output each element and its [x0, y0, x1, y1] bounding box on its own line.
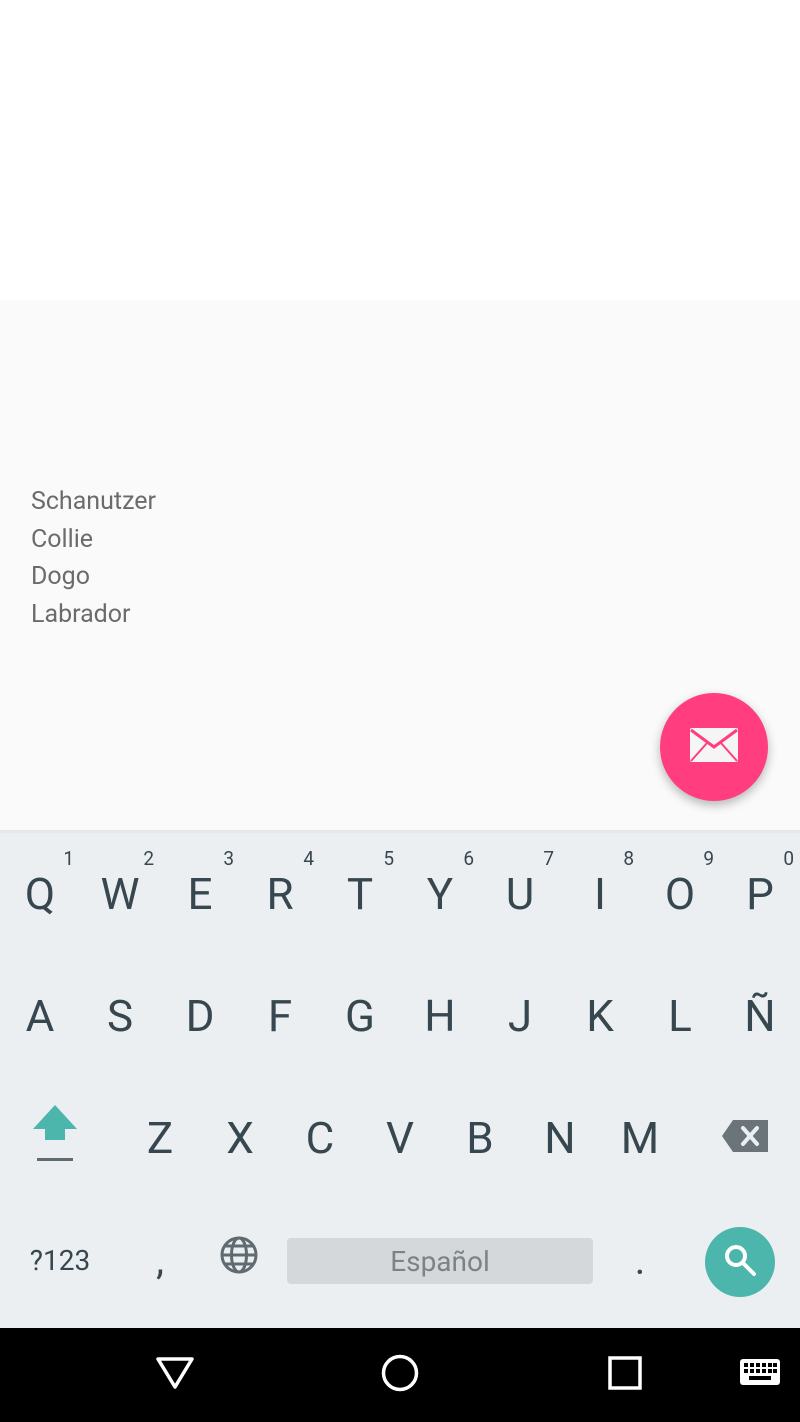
list-item[interactable]: Collie — [31, 521, 156, 559]
key-r[interactable]: R4 — [240, 833, 320, 955]
key-q[interactable]: Q1 — [0, 833, 80, 955]
back-icon — [155, 1356, 195, 1394]
list-item[interactable]: Labrador — [31, 596, 156, 634]
home-button[interactable] — [360, 1328, 440, 1422]
symbols-key[interactable]: ?123 — [0, 1199, 120, 1321]
comma-key[interactable]: , — [120, 1199, 200, 1321]
keyboard-row-3: Z X C V B N M — [0, 1077, 800, 1199]
list-item[interactable]: Dogo — [31, 558, 156, 596]
search-icon — [723, 1243, 757, 1281]
key-p[interactable]: P0 — [720, 833, 800, 955]
key-t[interactable]: T5 — [320, 833, 400, 955]
home-icon — [380, 1353, 420, 1397]
key-n-tilde[interactable]: Ñ — [720, 955, 800, 1077]
top-blank-area — [0, 0, 800, 300]
key-e[interactable]: E3 — [160, 833, 240, 955]
key-y[interactable]: Y6 — [400, 833, 480, 955]
back-button[interactable] — [135, 1328, 215, 1422]
recents-button[interactable] — [585, 1328, 665, 1422]
period-key[interactable]: . — [600, 1199, 680, 1321]
globe-icon — [219, 1234, 259, 1286]
key-m[interactable]: M — [600, 1077, 680, 1199]
key-x[interactable]: X — [200, 1077, 280, 1199]
list-item[interactable]: Schanutzer — [31, 483, 156, 521]
system-nav-bar — [0, 1328, 800, 1422]
key-a[interactable]: A — [0, 955, 80, 1077]
key-k[interactable]: K — [560, 955, 640, 1077]
delete-key[interactable] — [690, 1077, 800, 1199]
key-g[interactable]: G — [320, 955, 400, 1077]
keyboard-row-1: Q1 W2 E3 R4 T5 Y6 U7 I8 O9 P0 — [0, 833, 800, 955]
key-i[interactable]: I8 — [560, 833, 640, 955]
key-n[interactable]: N — [520, 1077, 600, 1199]
spacebar[interactable]: Español — [287, 1238, 593, 1284]
search-key[interactable] — [705, 1227, 775, 1297]
backspace-icon — [721, 1112, 769, 1164]
key-v[interactable]: V — [360, 1077, 440, 1199]
key-w[interactable]: W2 — [80, 833, 160, 955]
key-l[interactable]: L — [640, 955, 720, 1077]
key-z[interactable]: Z — [120, 1077, 200, 1199]
key-h[interactable]: H — [400, 955, 480, 1077]
key-b[interactable]: B — [440, 1077, 520, 1199]
language-key[interactable] — [199, 1199, 279, 1321]
keyboard-row-2: A S D F G H J K L Ñ — [0, 955, 800, 1077]
keyboard-switch-button[interactable] — [730, 1328, 790, 1422]
key-s[interactable]: S — [80, 955, 160, 1077]
key-f[interactable]: F — [240, 955, 320, 1077]
on-screen-keyboard: Q1 W2 E3 R4 T5 Y6 U7 I8 O9 P0 A S D F G … — [0, 830, 800, 1328]
dog-list: Schanutzer Collie Dogo Labrador — [31, 483, 156, 634]
key-j[interactable]: J — [480, 955, 560, 1077]
keyboard-switch-icon — [739, 1358, 781, 1392]
content-area: Schanutzer Collie Dogo Labrador — [0, 300, 800, 830]
recents-icon — [608, 1356, 642, 1394]
shift-key[interactable] — [0, 1077, 110, 1199]
compose-mail-button[interactable] — [660, 693, 768, 801]
key-c[interactable]: C — [280, 1077, 360, 1199]
key-o[interactable]: O9 — [640, 833, 720, 955]
key-d[interactable]: D — [160, 955, 240, 1077]
key-u[interactable]: U7 — [480, 833, 560, 955]
shift-icon — [31, 1102, 79, 1175]
mail-icon — [689, 727, 739, 767]
